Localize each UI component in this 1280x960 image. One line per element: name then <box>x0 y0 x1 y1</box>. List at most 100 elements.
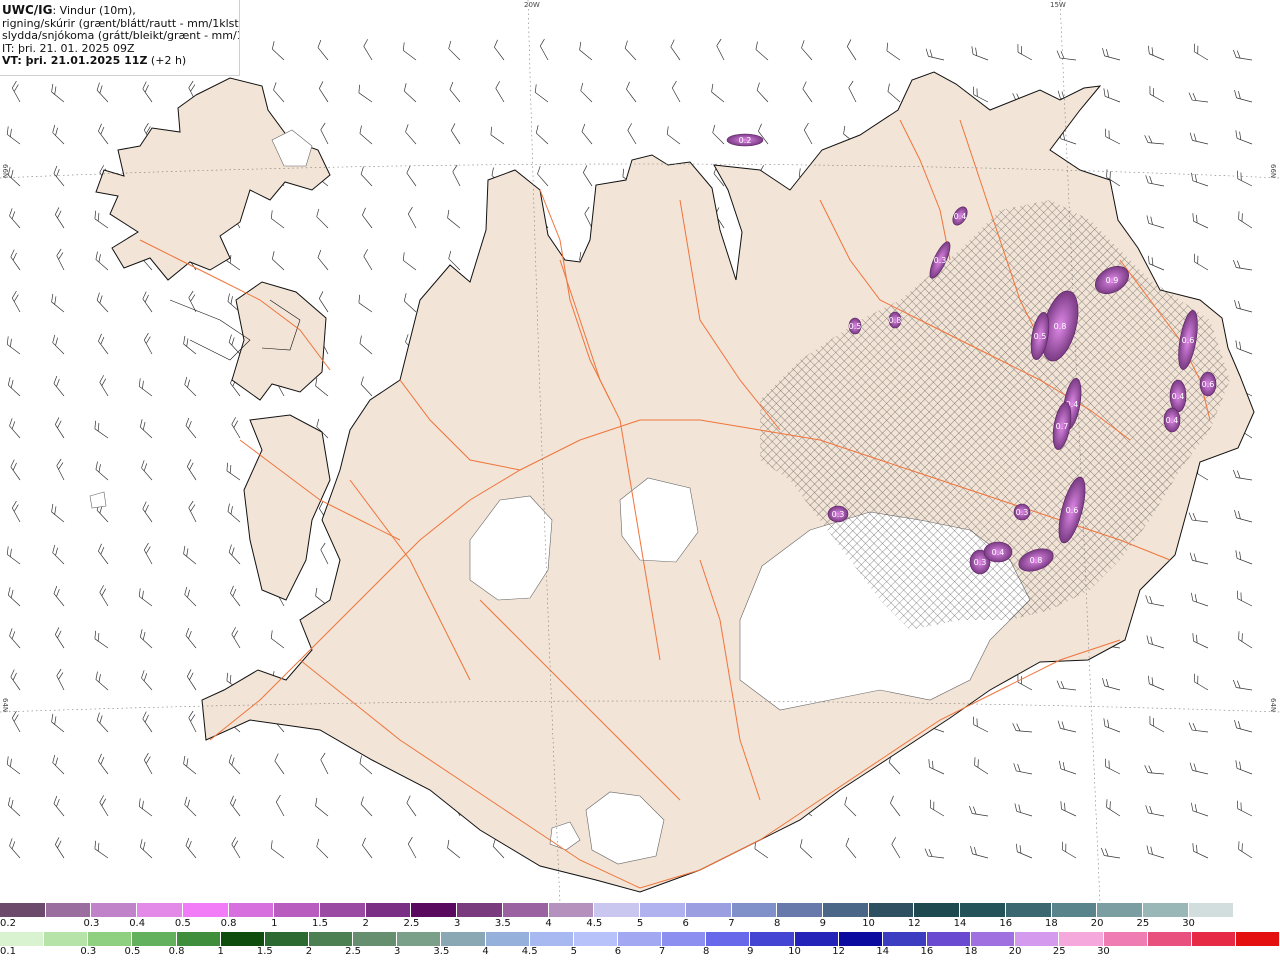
wind-barb <box>54 417 65 439</box>
wind-barb <box>407 836 417 859</box>
wind-barb <box>407 206 417 229</box>
wind-barb <box>1191 592 1209 607</box>
wind-barb <box>1192 213 1209 229</box>
wind-barb <box>99 795 109 817</box>
precip-cell-label: 0.9 <box>1106 276 1119 285</box>
legend-swatch <box>182 903 229 917</box>
wind-barb <box>627 123 637 145</box>
wind-barb <box>712 124 725 145</box>
legend-swatch <box>264 932 309 946</box>
wind-barb <box>1056 50 1077 61</box>
precip-cell-label: 0.8 <box>889 316 902 325</box>
wind-barb <box>579 41 593 61</box>
lat-label-64n-right: 64N <box>1269 698 1277 713</box>
wind-barb <box>890 795 901 817</box>
legend-rain-colorbar <box>0 932 1280 946</box>
initial-time: IT: þri. 21. 01. 2025 09Z <box>2 42 135 55</box>
precip-cell-label: 0.7 <box>1056 422 1069 431</box>
wind-barb <box>1103 718 1121 733</box>
wind-barb <box>6 546 21 565</box>
wind-barb <box>1238 631 1253 649</box>
legend-label: 0.3 <box>83 918 100 929</box>
wind-barb <box>973 716 989 733</box>
wind-barb <box>1189 552 1209 565</box>
legend-swatch <box>685 903 732 917</box>
legend-swatch <box>640 903 686 917</box>
wind-barb <box>1102 47 1121 61</box>
legend-label: 18 <box>1045 918 1058 929</box>
legend-swatch <box>397 932 442 946</box>
wind-barb <box>450 123 461 145</box>
wind-barb <box>141 670 153 691</box>
legend-swatch <box>868 903 915 917</box>
wind-barb <box>360 796 373 817</box>
legend-label: 0.5 <box>124 946 141 957</box>
legend-label: 2 <box>362 918 369 929</box>
legend-label: 4.5 <box>521 946 538 957</box>
wind-barb <box>1145 805 1165 817</box>
wind-barb <box>316 838 329 859</box>
wind-barb <box>52 124 65 145</box>
legend-label: 0.1 <box>0 946 16 957</box>
wind-barb <box>403 83 417 103</box>
wind-barb <box>716 38 725 61</box>
map-canvas[interactable]: 0.2 0.4 0.3 0.5 0.8 0.8 0.9 0.5 0.4 0.7 0.6 0.4 0.4 0… <box>0 0 1280 903</box>
wind-barb <box>1188 92 1209 103</box>
legend-label: 0.3 <box>80 946 97 957</box>
legend-label: 30 <box>1182 918 1195 929</box>
wind-barb <box>142 81 153 103</box>
legend-label: 6 <box>682 918 689 929</box>
legend-label: 14 <box>953 918 967 929</box>
wind-barb <box>1145 175 1165 187</box>
wind-barb <box>1188 512 1209 523</box>
legend-swatch <box>960 903 1006 917</box>
wind-barb <box>1146 635 1165 649</box>
wind-barb <box>925 48 945 61</box>
wind-barb <box>270 630 285 649</box>
wind-barb <box>1144 765 1165 775</box>
wind-barb <box>1235 130 1253 145</box>
wind-barb <box>186 669 197 691</box>
wind-barb <box>891 837 901 859</box>
legend-swatch <box>1147 932 1192 946</box>
wind-barb <box>139 839 153 859</box>
lat-label-66n-right: 66N <box>1269 164 1277 179</box>
wind-barb <box>1017 44 1033 61</box>
wind-barb <box>7 377 21 397</box>
wind-barb <box>53 585 65 607</box>
wind-barb <box>846 39 857 61</box>
wind-barb <box>7 797 21 817</box>
wind-barb <box>271 251 285 271</box>
wind-barb <box>1237 590 1253 607</box>
forecast-offset: (+2 h) <box>147 55 187 68</box>
wind-barb <box>188 710 197 733</box>
wind-barb <box>1189 762 1209 775</box>
wind-barb <box>98 543 109 565</box>
wind-barb <box>185 837 197 859</box>
legend-label: 4 <box>482 946 489 957</box>
wind-barb <box>138 378 153 397</box>
legend-swatch <box>822 903 869 917</box>
wind-barb <box>99 375 109 397</box>
precip-cell-label: 0.4 <box>992 548 1005 557</box>
wind-barb <box>624 40 637 61</box>
wind-barb <box>1056 680 1077 691</box>
wind-barb <box>448 40 461 61</box>
wind-barb <box>1013 763 1033 775</box>
wind-barb <box>887 83 901 103</box>
wind-barb <box>52 334 65 355</box>
wind-barb <box>53 795 65 817</box>
wind-barb <box>799 839 813 859</box>
wind-barb <box>490 126 505 145</box>
wind-barb <box>98 333 109 355</box>
legend-label: 30 <box>1097 946 1110 957</box>
wind-barb <box>275 794 285 817</box>
wind-barb <box>971 46 989 61</box>
legend-swatch <box>0 932 45 946</box>
wind-barb <box>1191 802 1209 817</box>
wind-barb <box>801 40 813 61</box>
legend-swatch <box>926 932 972 946</box>
legend-swatch <box>662 932 707 946</box>
wind-barb <box>273 82 285 103</box>
legend-swatch <box>353 932 398 946</box>
